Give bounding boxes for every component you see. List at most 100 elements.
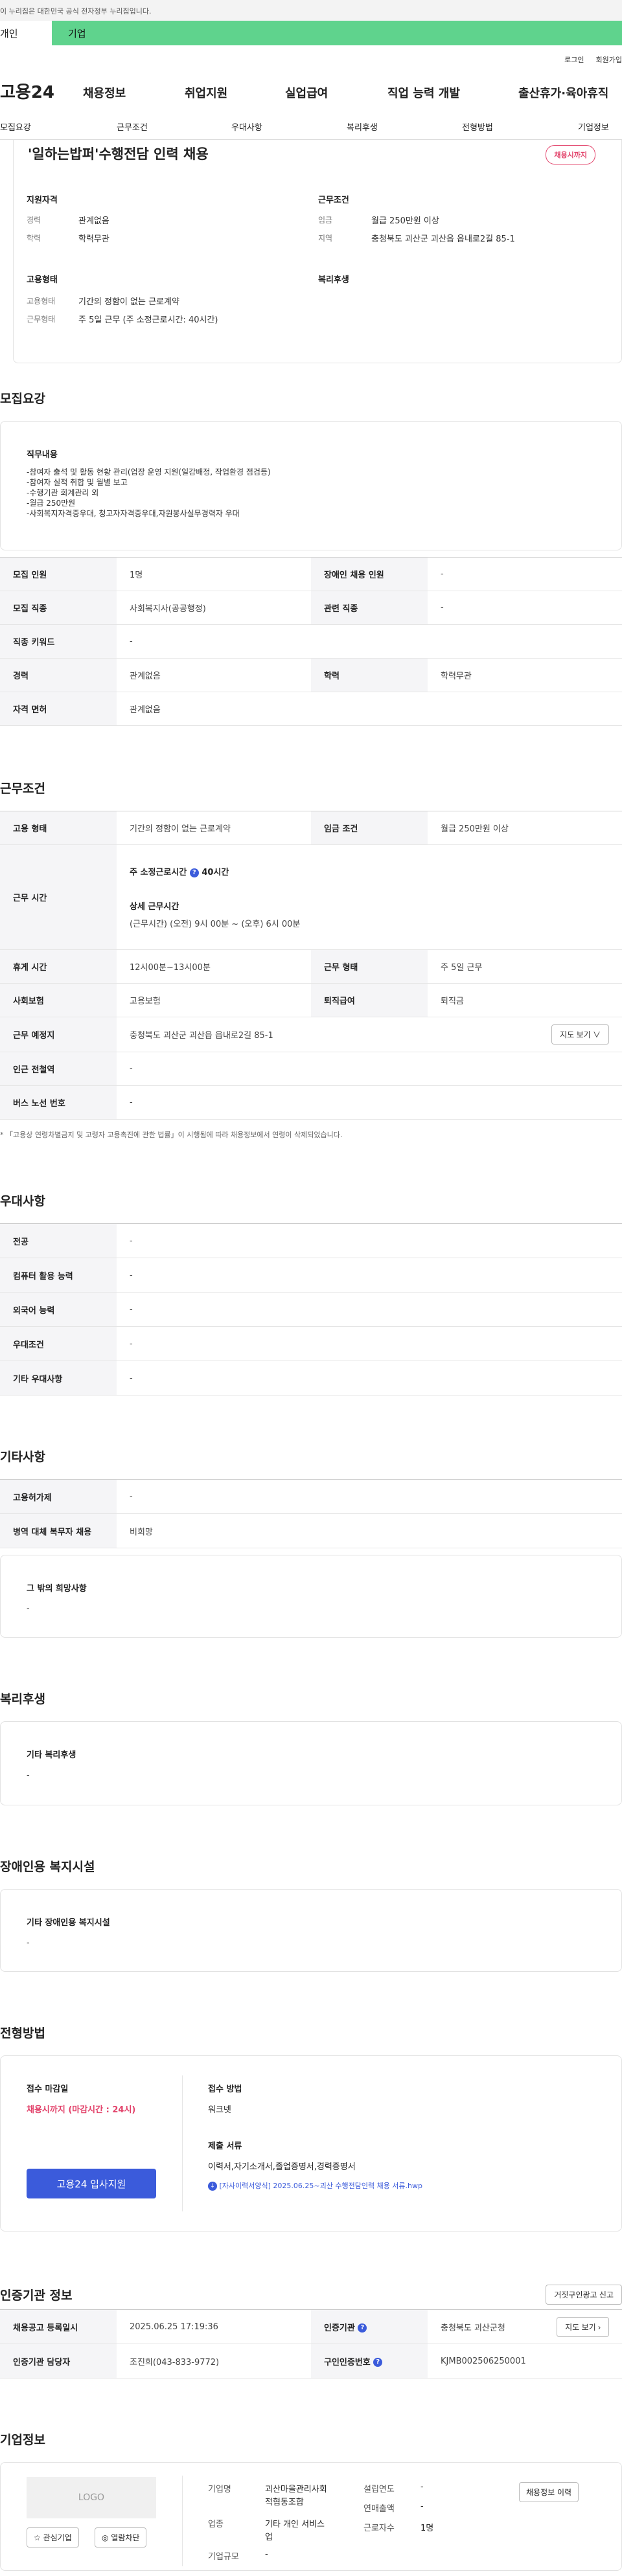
utility-links: 로그인 회원가입	[0, 45, 622, 65]
info-icon[interactable]: ?	[358, 2323, 367, 2333]
cell-label: 인근 전철역	[0, 1052, 117, 1086]
table-row: 휴게 시간 12시00분~13시00분 근무 형태 주 5일 근무	[0, 949, 622, 984]
info-icon[interactable]: ?	[373, 2358, 383, 2367]
company-logo: LOGO	[27, 2477, 156, 2518]
gnb-item-unemployment-benefit[interactable]: 실업급여	[285, 84, 328, 101]
section-nav-process[interactable]: 전형방법	[462, 120, 493, 133]
cell-label: 자격 면허	[0, 692, 117, 726]
process-section-title: 전형방법	[0, 2026, 45, 2040]
section-nav-recruit[interactable]: 모집요강	[0, 120, 31, 133]
docs-file-name: [자사이력서양식] 2025.06.25~괴산 수행전담인력 채용 서류.hwp	[219, 2182, 423, 2190]
cell-value: 퇴직금	[428, 983, 622, 1017]
info-icon[interactable]: ?	[189, 868, 199, 877]
agency-num-label-cell: 구인인증번호 ?	[311, 2344, 428, 2378]
cell-value: -	[117, 1292, 622, 1327]
tab-company-label: 기업	[68, 27, 86, 40]
company-est-value: -	[420, 2482, 424, 2492]
tab-individual[interactable]: 개인	[0, 21, 52, 45]
cell-label: 인증기관	[324, 2323, 355, 2333]
site-logo[interactable]: 고용24	[0, 79, 54, 103]
cell-label: 기타 우대사항	[0, 1361, 117, 1395]
agency-header: 인증기관 정보 거짓구인광고 신고	[0, 2285, 622, 2305]
method-value: 워크넷	[208, 2105, 231, 2115]
company-emp-value: 1명	[420, 2524, 434, 2533]
section-nav-work[interactable]: 근무조건	[117, 120, 148, 133]
deadline-value: 채용시까지 (마감시간 : 24시)	[27, 2105, 136, 2115]
cell-value: 관계없음	[117, 692, 622, 726]
cell-label: 전공	[0, 1223, 117, 1258]
tab-company[interactable]: 기업	[52, 21, 622, 45]
company-sales-value: -	[420, 2502, 424, 2511]
recruit-history-button[interactable]: 채용정보 이력	[519, 2482, 579, 2502]
cell-value: 월급 250만원 이상	[428, 811, 622, 845]
apply-button[interactable]: 고용24 입사지원	[27, 2169, 156, 2198]
hours-week-value: 40시간	[202, 868, 229, 877]
docs-heading: 제출 서류	[208, 2141, 242, 2151]
table-row: 근무 시간 주 소정근로시간 ? 40시간 상세 근무시간 (근무시간) (오전…	[0, 844, 622, 950]
table-row: 고용허가제 -	[0, 1479, 622, 1514]
login-link[interactable]: 로그인	[564, 54, 584, 65]
false-ad-report-button[interactable]: 거짓구인광고 신고	[546, 2285, 622, 2305]
condition-heading: 근무조건	[318, 196, 349, 205]
section-nav-company[interactable]: 기업정보	[578, 120, 609, 133]
cell-label: 병역 대체 복무자 채용	[0, 1513, 117, 1548]
cell-label: 외국어 능력	[0, 1292, 117, 1327]
company-name-value-2: 적협동조합	[265, 2498, 304, 2507]
welfare-section-title: 복리후생	[0, 1692, 45, 1706]
summary-area-value: 충청북도 괴산군 괴산읍 읍내로2길 85-1	[371, 234, 515, 244]
welfare-etc-heading: 기타 복리후생	[27, 1750, 76, 1760]
duty-heading: 직무내용	[27, 450, 58, 460]
table-row: 인근 전철역 -	[0, 1052, 622, 1086]
gnb-item-jobs[interactable]: 채용정보	[83, 84, 126, 101]
user-type-tabs: 개인 기업	[0, 21, 622, 45]
age-notice: * 「고용상 연령차별금지 및 고령자 고용촉진에 관한 법률」이 시행됨에 따…	[0, 1131, 343, 1139]
cell-label: 고용허가제	[0, 1479, 117, 1514]
process-divider	[182, 2075, 183, 2211]
other-wish-heading: 그 밖의 희망사항	[27, 1584, 87, 1594]
summary-emptype-value: 기간의 정함이 없는 근로계약	[78, 297, 179, 307]
company-name-label: 기업명	[208, 2485, 231, 2494]
hours-week-line: 주 소정근로시간 ? 40시간	[130, 865, 622, 877]
block-company-button[interactable]: ◎ 열람차단	[95, 2527, 147, 2548]
job-summary-card: '일하는밥퍼'수행전담 인력 채용 채용시까지 지원자격 경력 관계없음 학력 …	[13, 140, 622, 363]
summary-workform-value: 주 5일 근무 (주 소정근로시간: 40시간)	[78, 315, 218, 325]
duty-line: -월급 250만원	[27, 499, 76, 508]
gov-notice-text: 이 누리집은 대한민국 공식 전자정부 누리집입니다.	[0, 7, 152, 16]
section-nav-preference[interactable]: 우대사항	[231, 120, 262, 133]
table-row: 직종 키워드 -	[0, 624, 622, 659]
company-box: LOGO ☆ 관심기업 ◎ 열람차단 기업명 괴산마을관리사회 적협동조합 설립…	[0, 2462, 622, 2571]
work-place-cell: 충청북도 괴산군 괴산읍 읍내로2길 85-1 지도 보기 ∨	[117, 1017, 622, 1052]
cell-value: -	[117, 1479, 622, 1514]
cell-label: 컴퓨터 활용 능력	[0, 1258, 117, 1293]
gnb-item-vocational-training[interactable]: 직업 능력 개발	[387, 84, 460, 101]
table-row: 모집 인원 1명 장애인 채용 인원 -	[0, 557, 622, 591]
docs-file-link[interactable]: ↓ [자사이력서양식] 2025.06.25~괴산 수행전담인력 채용 서류.h…	[208, 2180, 422, 2191]
recruit-table: 모집 인원 1명 장애인 채용 인원 - 모집 직종 사회복지사(공공행정) 관…	[0, 557, 622, 726]
section-nav-welfare[interactable]: 복리후생	[347, 120, 378, 133]
cell-value: 2025.06.25 17:19:36	[117, 2309, 311, 2344]
agency-table: 채용공고 등록일시 2025.06.25 17:19:36 인증기관 ? 충청북…	[0, 2309, 622, 2378]
facility-section-title: 장애인용 복지시설	[0, 1860, 95, 1874]
join-link[interactable]: 회원가입	[596, 54, 622, 65]
table-row: 채용공고 등록일시 2025.06.25 17:19:36 인증기관 ? 충청북…	[0, 2309, 622, 2344]
cell-label: 관련 직종	[311, 591, 428, 625]
cell-label: 임금 조건	[311, 811, 428, 845]
duty-line: -수행기관 회계관리 외	[27, 488, 99, 497]
cell-label: 학력	[311, 658, 428, 692]
map-view-button[interactable]: 지도 보기 ∨	[551, 1024, 609, 1045]
agency-map-button[interactable]: 지도 보기 ›	[557, 2316, 609, 2337]
agency-section-title: 인증기관 정보	[0, 2288, 73, 2303]
docs-value: 이력서,자기소개서,졸업증명서,경력증명서	[208, 2162, 356, 2172]
table-row: 기타 우대사항 -	[0, 1361, 622, 1395]
duty-line: -참여자 실적 취합 및 월별 보고	[27, 478, 128, 487]
work-hours-cell: 주 소정근로시간 ? 40시간 상세 근무시간 (근무시간) (오전) 9시 0…	[117, 844, 622, 950]
gnb-item-parental-leave[interactable]: 출산휴가·육아휴직	[518, 84, 608, 101]
company-name-value-1: 괴산마을관리사회	[265, 2485, 327, 2494]
company-emp-label: 근로자수	[363, 2524, 395, 2533]
cell-label: 버스 노선 번호	[0, 1085, 117, 1120]
favorite-company-button[interactable]: ☆ 관심기업	[27, 2527, 79, 2548]
gnb-item-employment-support[interactable]: 취업지원	[185, 84, 227, 101]
company-size-value: -	[265, 2549, 268, 2559]
cell-label: 직종 키워드	[0, 624, 117, 659]
other-table: 고용허가제 - 병역 대체 복무자 채용 비희망	[0, 1479, 622, 1548]
